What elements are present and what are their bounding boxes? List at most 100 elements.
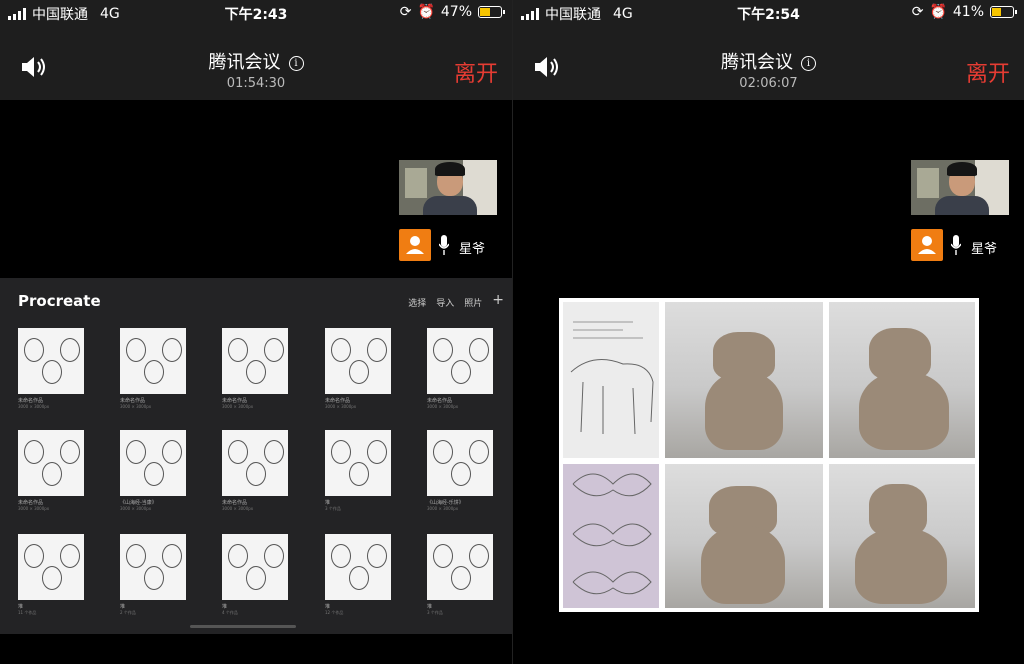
- meeting-header: 腾讯会议 i 02:06:07 离开: [513, 26, 1024, 100]
- artwork-item[interactable]: 堆3 个作品: [427, 534, 493, 616]
- sketch-mark: [433, 440, 453, 464]
- clay-ox-body: [855, 528, 947, 604]
- artwork-title: 堆: [427, 604, 433, 610]
- artwork-item[interactable]: 未命名作品 3000 × 3000px: [427, 328, 493, 410]
- artwork-thumbnail: [325, 534, 391, 600]
- artwork-item[interactable]: 堆2 个作品: [120, 534, 186, 616]
- sketch-mark: [246, 566, 266, 590]
- video-background: [917, 168, 939, 198]
- artwork-subtitle: 3 个作品: [325, 506, 341, 511]
- artwork-title: 《山海经-当康》: [120, 500, 157, 506]
- clay-photo: [665, 464, 823, 608]
- artwork-thumbnail: [120, 534, 186, 600]
- sketch-mark: [469, 544, 489, 568]
- sketch-mark: [24, 338, 44, 362]
- alarm-icon: ⏰: [929, 4, 947, 20]
- sketch-mark: [331, 544, 351, 568]
- artwork-subtitle: 3000 × 3000px: [18, 506, 50, 511]
- artwork-item[interactable]: 堆 12 个作品: [325, 534, 391, 616]
- sketch-mark: [228, 440, 248, 464]
- artwork-item[interactable]: 《山海经-乐饼》 3000 × 3000px: [427, 430, 493, 512]
- status-indicators: ⟳ ⏰ 41%: [912, 4, 1017, 20]
- artwork-item[interactable]: 堆4 个作品: [222, 534, 288, 616]
- participant-video[interactable]: [399, 160, 497, 215]
- artwork-thumbnail: [18, 430, 84, 496]
- clay-photo: [829, 464, 975, 608]
- leave-button[interactable]: 离开: [966, 56, 1010, 88]
- mic-icon: [951, 235, 961, 255]
- sketch-mark: [144, 462, 164, 486]
- scrollbar[interactable]: [190, 625, 296, 628]
- artwork-item[interactable]: 未命名作品 3000 × 3000px: [18, 328, 84, 410]
- battery-percent: 47%: [440, 4, 472, 20]
- artwork-item[interactable]: 堆 11 个作品: [18, 534, 84, 616]
- sketch-mark: [60, 544, 80, 568]
- sketch-mark: [367, 440, 387, 464]
- avatar-icon[interactable]: [911, 229, 943, 261]
- sketch-mark: [264, 338, 284, 362]
- select-button[interactable]: 选择: [408, 296, 426, 309]
- participant-name: 星爷: [971, 242, 998, 257]
- artwork-title: 未命名作品: [18, 500, 44, 506]
- artwork-subtitle: 3000 × 3000px: [120, 404, 152, 409]
- artwork-subtitle: 3000 × 3000px: [222, 506, 254, 511]
- clay-photo: [829, 302, 975, 458]
- video-person-hair: [435, 162, 465, 176]
- artwork-title: 堆: [18, 604, 24, 610]
- sketch-mark: [367, 544, 387, 568]
- sketch-mark: [144, 360, 164, 384]
- artwork-subtitle: 3 个作品: [427, 610, 443, 615]
- clay-ox-body: [859, 372, 949, 450]
- artwork-thumbnail: [427, 430, 493, 496]
- meeting-timer: 01:54:30: [226, 76, 286, 91]
- artwork-item[interactable]: 未命名作品 3000 × 3000px: [222, 328, 288, 410]
- artwork-thumbnail: [120, 430, 186, 496]
- import-button[interactable]: 导入: [436, 296, 454, 309]
- sketch-mark: [162, 338, 182, 362]
- sketch-mark: [331, 338, 351, 362]
- info-icon[interactable]: i: [801, 56, 816, 71]
- artwork-thumbnail: [18, 534, 84, 600]
- artwork-title: 堆: [222, 604, 228, 610]
- artwork-item[interactable]: 《山海经-当康》 3000 × 3000px: [120, 430, 186, 512]
- photos-button[interactable]: 照片: [464, 296, 482, 309]
- artwork-subtitle: 3000 × 3000px: [222, 404, 254, 409]
- video-person-body: [423, 196, 477, 215]
- pattern-sketch-image: [572, 473, 652, 595]
- info-icon[interactable]: i: [288, 56, 304, 71]
- artwork-title: 堆: [120, 604, 126, 610]
- sketch-mark: [228, 338, 248, 362]
- sketch-mark: [367, 338, 387, 362]
- clay-ox-body: [705, 372, 783, 450]
- meeting-title[interactable]: 腾讯会议 i: [513, 48, 1024, 74]
- meeting-title[interactable]: 腾讯会议 i: [0, 48, 512, 74]
- sketch-mark: [349, 566, 369, 590]
- artwork-item[interactable]: 堆3 个作品: [325, 430, 391, 512]
- video-person-hair: [947, 162, 977, 176]
- sketch-mark: [42, 360, 62, 384]
- artwork-item[interactable]: 未命名作品 3000 × 3000px: [325, 328, 391, 410]
- avatar-icon[interactable]: [399, 229, 431, 261]
- artwork-item[interactable]: 未命名作品 3000 × 3000px: [120, 328, 186, 410]
- sketch-mark: [264, 440, 284, 464]
- artwork-thumbnail: [325, 430, 391, 496]
- artwork-subtitle: 12 个作品: [325, 610, 344, 615]
- artwork-item[interactable]: 未命名作品 3000 × 3000px: [222, 430, 288, 512]
- artwork-subtitle: 3000 × 3000px: [325, 404, 357, 409]
- battery-percent: 41%: [952, 4, 984, 20]
- new-canvas-button[interactable]: +: [492, 292, 504, 309]
- artwork-subtitle: 3000 × 3000px: [120, 506, 152, 511]
- participant-video[interactable]: [911, 160, 1009, 215]
- sketch-photo: [563, 302, 659, 458]
- artwork-item[interactable]: 未命名作品 3000 × 3000px: [18, 430, 84, 512]
- sketch-mark: [246, 462, 266, 486]
- sketch-mark: [433, 544, 453, 568]
- sketch-mark: [264, 544, 284, 568]
- leave-button[interactable]: 离开: [454, 56, 498, 88]
- artwork-title: 未命名作品: [427, 398, 453, 404]
- sketch-mark: [246, 360, 266, 384]
- sketch-mark: [349, 462, 369, 486]
- sketch-mark: [126, 338, 146, 362]
- artwork-title: 未命名作品: [325, 398, 351, 404]
- artwork-subtitle: 2 个作品: [120, 610, 136, 615]
